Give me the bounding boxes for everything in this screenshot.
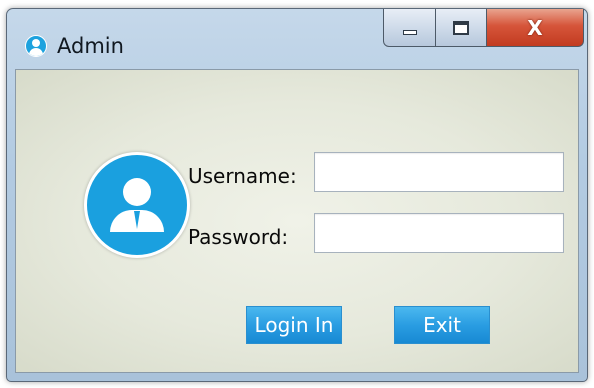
- minimize-button[interactable]: [383, 9, 436, 47]
- maximize-icon: [453, 20, 469, 35]
- password-label: Password:: [188, 225, 289, 249]
- login-window: Admin X Username: Password: Login In Exi…: [6, 8, 588, 382]
- minimize-icon: [402, 30, 417, 35]
- exit-button[interactable]: Exit: [394, 306, 490, 344]
- close-button[interactable]: X: [486, 9, 584, 47]
- close-icon: X: [527, 15, 543, 40]
- password-input[interactable]: [314, 213, 564, 253]
- title-bar[interactable]: Admin X: [7, 9, 587, 69]
- user-avatar-icon: [84, 152, 190, 258]
- username-input[interactable]: [314, 152, 564, 192]
- login-panel: Username: Password: Login In Exit: [15, 69, 579, 373]
- login-button[interactable]: Login In: [246, 306, 342, 344]
- app-user-icon: [25, 35, 47, 57]
- window-title: Admin: [57, 34, 124, 58]
- username-label: Username:: [188, 164, 297, 188]
- maximize-button[interactable]: [435, 9, 487, 47]
